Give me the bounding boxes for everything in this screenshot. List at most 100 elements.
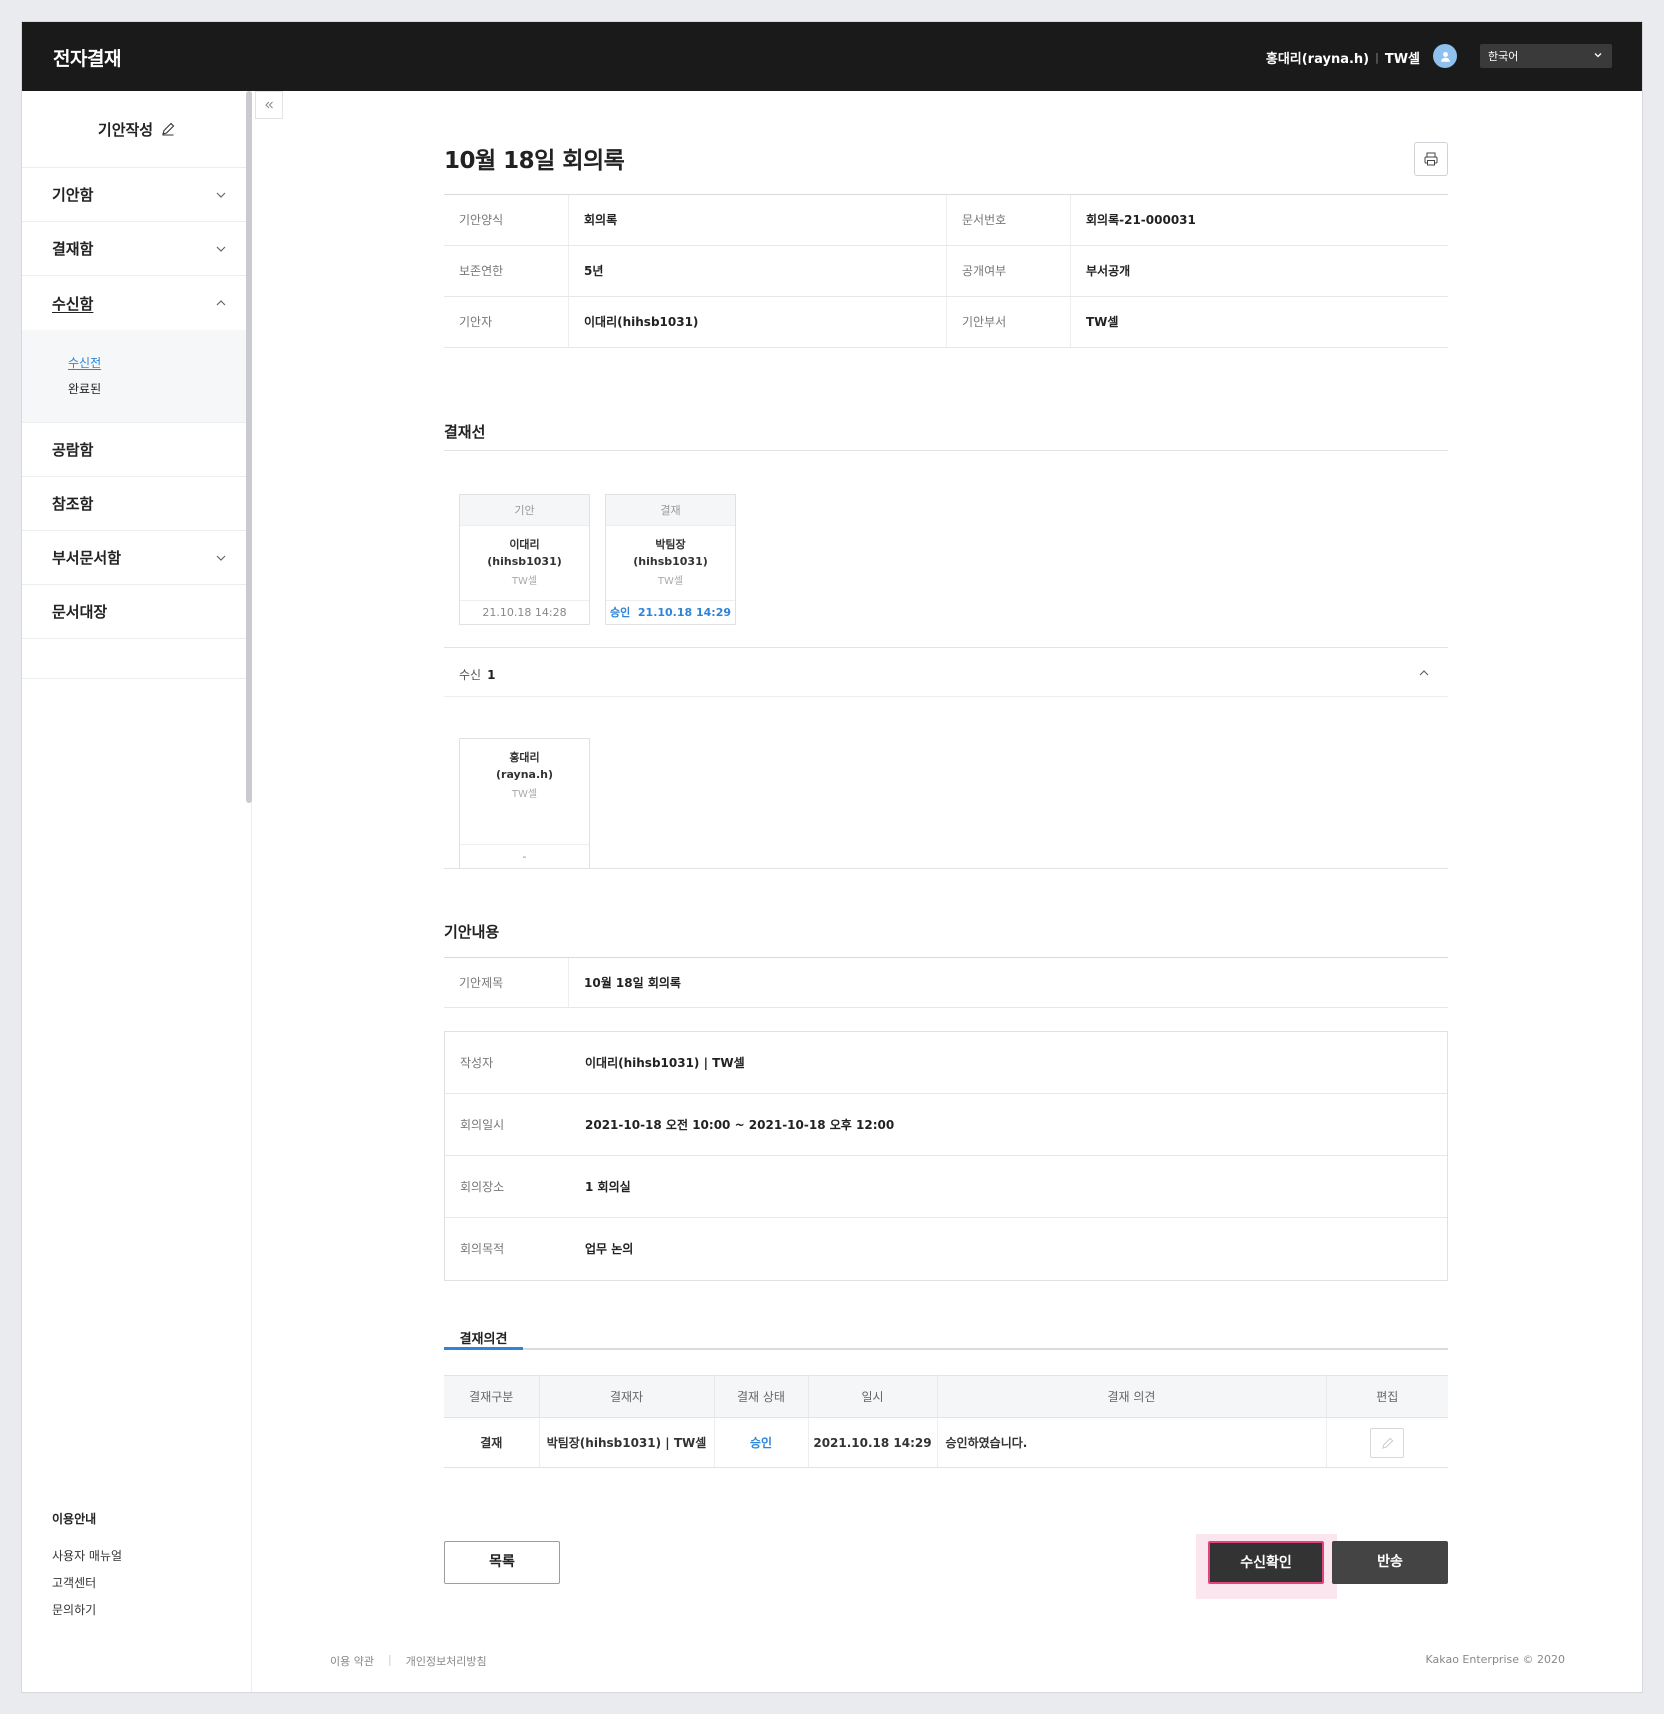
approver-status: 승인 xyxy=(609,606,631,619)
minutes-label: 회의일시 xyxy=(460,1118,505,1132)
user-info: 홍대리(rayna.h) | TW셀 xyxy=(1266,48,1420,67)
sidebar-item-circulation[interactable]: 공람함 xyxy=(22,423,251,477)
subnav-item-pending[interactable]: 수신전 xyxy=(68,350,251,376)
approver-type: 결재 xyxy=(606,495,735,526)
footer-link-terms[interactable]: 이용 약관 xyxy=(330,1653,374,1669)
divider xyxy=(444,450,1448,451)
edit-opinion-button[interactable] xyxy=(1370,1427,1405,1458)
sidebar-item-dept-docs[interactable]: 부서문서함 xyxy=(22,531,251,585)
sidebar-item-approvals[interactable]: 결재함 xyxy=(22,222,251,276)
approver-dept: TW셀 xyxy=(511,576,538,587)
subject-row: 기안제목 10월 18일 회의록 xyxy=(444,957,1448,1008)
double-chevron-left-icon xyxy=(265,101,273,109)
return-button[interactable]: 반송 xyxy=(1332,1541,1448,1584)
approver-date: 21.10.18 14:29 xyxy=(637,606,732,619)
sidebar-spacer xyxy=(22,639,251,679)
cell-comment: 승인하였습니다. xyxy=(937,1417,1327,1468)
inbox-subnav: 수신전 완료된 xyxy=(22,330,251,423)
sidebar-scrollbar[interactable] xyxy=(246,91,252,803)
collapse-sidebar-button[interactable] xyxy=(255,91,283,119)
content-title: 기안내용 xyxy=(444,923,500,941)
print-button[interactable] xyxy=(1414,142,1448,176)
tab-opinions[interactable]: 결재의견 xyxy=(444,1328,523,1350)
column-header: 결재 의견 xyxy=(937,1375,1327,1418)
table-row: 결재 박팀장(hihsb1031) | TW셀 승인 2021.10.18 14… xyxy=(444,1417,1448,1468)
info-value: 이대리(hihsb1031) xyxy=(584,315,699,329)
guide-title: 이용안내 xyxy=(52,1512,97,1526)
cell-status: 승인 xyxy=(714,1417,809,1468)
sidebar-item-label: 부서문서함 xyxy=(52,549,122,567)
language-select[interactable]: 한국어 xyxy=(1480,44,1612,68)
printer-icon xyxy=(1424,152,1438,166)
approver-id: (hihsb1031) xyxy=(633,555,708,568)
minutes-table: 작성자 이대리(hihsb1031) | TW셀 회의일시 2021-10-18… xyxy=(444,1031,1448,1281)
document-info-table: 기안양식 회의록 문서번호 회의록-21-000031 보존연한 5년 공개여부… xyxy=(444,194,1448,348)
minutes-value: 이대리(hihsb1031) | TW셀 xyxy=(585,1056,745,1070)
compose-button[interactable]: 기안작성 xyxy=(22,91,251,168)
chevron-down-icon xyxy=(216,555,226,561)
app-window: 전자결재 홍대리(rayna.h) | TW셀 한국어 기안작성 기안함 결재함… xyxy=(22,22,1642,1692)
sidebar: 기안작성 기안함 결재함 수신함 수신전 완료된 공람함 참조함 부서문서함 문… xyxy=(22,91,252,1692)
receivers-count: 1 xyxy=(487,668,496,682)
chevron-up-icon xyxy=(216,300,226,306)
footer-link-privacy[interactable]: 개인정보처리방침 xyxy=(406,1653,487,1669)
minutes-row: 회의일시 2021-10-18 오전 10:00 ~ 2021-10-18 오후… xyxy=(445,1094,1447,1156)
approver-name: 이대리 xyxy=(509,538,540,551)
user-avatar-icon[interactable] xyxy=(1433,44,1457,68)
minutes-value: 업무 논의 xyxy=(585,1242,634,1256)
minutes-row: 작성자 이대리(hihsb1031) | TW셀 xyxy=(445,1032,1447,1094)
confirm-receipt-button[interactable]: 수신확인 xyxy=(1208,1541,1324,1584)
info-value: TW셀 xyxy=(1086,315,1119,329)
approver-date: 21.10.18 14:28 xyxy=(460,600,589,624)
sidebar-item-label: 기안함 xyxy=(52,186,94,204)
minutes-row: 회의장소 1 회의실 xyxy=(445,1156,1447,1218)
column-header: 결재자 xyxy=(539,1375,715,1418)
receivers-label: 수신 1 xyxy=(459,666,495,683)
cell-edit xyxy=(1326,1417,1448,1468)
cell-approver: 박팀장(hihsb1031) | TW셀 xyxy=(539,1417,715,1468)
pencil-icon xyxy=(1382,1437,1394,1449)
chevron-down-icon xyxy=(1594,53,1602,58)
guide-link-contact[interactable]: 문의하기 xyxy=(52,1597,122,1624)
subject-label: 기안제목 xyxy=(444,958,569,1007)
info-value: 부서공개 xyxy=(1086,264,1131,278)
separator: | xyxy=(1375,51,1379,64)
document-title: 10월 18일 회의록 xyxy=(444,148,625,174)
guide-link-manual[interactable]: 사용자 매뉴얼 xyxy=(52,1543,122,1570)
minutes-label: 회의목적 xyxy=(460,1242,505,1256)
sidebar-item-registry[interactable]: 문서대장 xyxy=(22,585,251,639)
list-button[interactable]: 목록 xyxy=(444,1541,560,1584)
info-label: 기안자 xyxy=(444,297,569,347)
opinion-tabbar: 결재의견 xyxy=(444,1328,1448,1350)
column-header: 편집 xyxy=(1326,1375,1448,1418)
receivers-label-text: 수신 xyxy=(459,668,482,682)
subject-value: 10월 18일 회의록 xyxy=(584,976,681,990)
sidebar-item-inbox[interactable]: 수신함 xyxy=(22,276,251,330)
info-label: 기안부서 xyxy=(946,297,1071,347)
receiver-name: 홍대리 xyxy=(509,751,540,764)
footer-links: 이용 약관 | 개인정보처리방침 xyxy=(330,1653,487,1669)
sidebar-item-drafts[interactable]: 기안함 xyxy=(22,168,251,222)
language-value: 한국어 xyxy=(1488,50,1519,63)
sidebar-item-reference[interactable]: 참조함 xyxy=(22,477,251,531)
receivers-toggle[interactable]: 수신 1 xyxy=(444,647,1448,697)
cell-date: 2021.10.18 14:29 xyxy=(808,1417,938,1468)
info-row: 기안양식 회의록 문서번호 회의록-21-000031 xyxy=(444,195,1448,246)
chevron-up-icon xyxy=(1419,670,1429,676)
approver-id: (hihsb1031) xyxy=(487,555,562,568)
brand-title[interactable]: 전자결재 xyxy=(53,44,121,71)
sidebar-item-label: 결재함 xyxy=(52,240,94,258)
sidebar-item-label: 수신함 xyxy=(52,294,94,313)
approver-status-date: 승인 21.10.18 14:29 xyxy=(606,600,735,624)
receiver-dept: TW셀 xyxy=(511,789,538,800)
approver-dept: TW셀 xyxy=(657,576,684,587)
sidebar-item-label: 문서대장 xyxy=(52,603,108,621)
guide-link-support[interactable]: 고객센터 xyxy=(52,1570,122,1597)
subnav-item-completed[interactable]: 완료된 xyxy=(68,376,251,402)
info-row: 기안자 이대리(hihsb1031) 기안부서 TW셀 xyxy=(444,297,1448,348)
pencil-icon xyxy=(162,122,175,136)
approver-name: 박팀장 xyxy=(655,538,686,551)
approver-type: 기안 xyxy=(460,495,589,526)
sidebar-item-label: 공람함 xyxy=(52,441,94,459)
opinion-table: 결재구분 결재자 결재 상태 일시 결재 의견 편집 결재 박팀장(hihsb1… xyxy=(444,1375,1448,1468)
